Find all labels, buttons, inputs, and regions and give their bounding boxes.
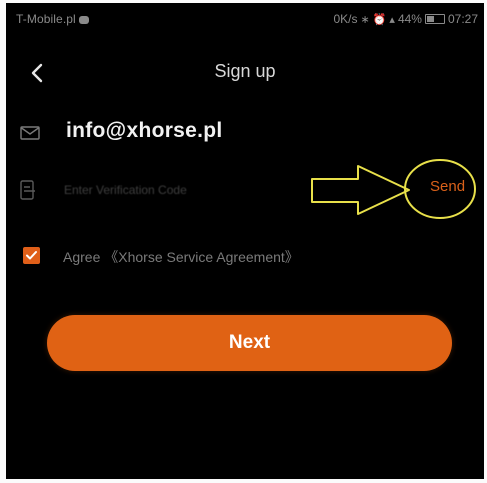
verification-code-icon xyxy=(20,180,35,200)
checkmark-icon xyxy=(26,251,37,260)
header: Sign up xyxy=(6,53,484,93)
network-speed: 0K/s xyxy=(333,12,358,26)
status-icons: 0K/s ∗ ⏰ ▴ 44% 07:27 xyxy=(333,12,478,26)
verification-code-input[interactable] xyxy=(64,179,284,201)
agreement-row: Agree 《Xhorse Service Agreement》 xyxy=(6,241,484,269)
carrier-name: T-Mobile.pl xyxy=(16,12,76,26)
alarm-icon: ⏰ xyxy=(372,13,387,26)
page-title: Sign up xyxy=(214,61,276,81)
email-row: info@xhorse.pl xyxy=(6,111,484,151)
agreement-label[interactable]: Agree 《Xhorse Service Agreement》 xyxy=(63,247,299,267)
mail-icon xyxy=(20,126,40,140)
next-button[interactable]: Next xyxy=(47,315,452,371)
phone-screen: T-Mobile.pl 0K/s ∗ ⏰ ▴ 44% 07:27 Sign up… xyxy=(6,3,484,479)
battery-icon xyxy=(424,14,445,24)
agree-checkbox[interactable] xyxy=(23,247,40,264)
signal-icon: ▴ xyxy=(389,13,395,26)
verification-code-row: Send xyxy=(6,168,484,214)
send-code-button[interactable]: Send xyxy=(430,178,465,195)
bluetooth-icon: ∗ xyxy=(360,13,370,26)
status-bar: T-Mobile.pl 0K/s ∗ ⏰ ▴ 44% 07:27 xyxy=(6,3,484,43)
clock: 07:27 xyxy=(447,12,478,26)
battery-percent: 44% xyxy=(397,12,422,26)
email-field[interactable]: info@xhorse.pl xyxy=(66,119,223,143)
chat-icon xyxy=(78,15,89,24)
carrier-label: T-Mobile.pl xyxy=(16,12,89,26)
